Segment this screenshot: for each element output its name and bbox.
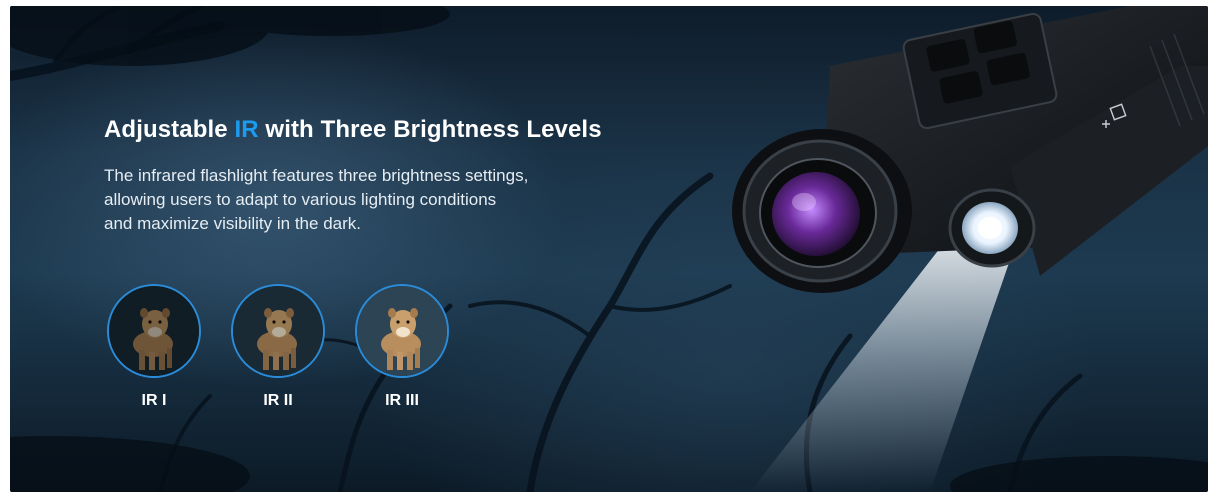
description-line: allowing users to adapt to various light…: [104, 190, 497, 209]
headline: Adjustable IR with Three Brightness Leve…: [104, 116, 602, 144]
objective-lens: [732, 129, 912, 293]
flashlight-head-icon: [948, 188, 1036, 268]
brightness-level-2: IR II: [228, 284, 328, 410]
lioness-thumbnail: [231, 284, 325, 378]
brightness-level-3: IR III: [352, 284, 452, 410]
level-label: IR III: [385, 392, 419, 409]
night-vision-device: [732, 6, 1208, 492]
headline-suffix: with Three Brightness Levels: [258, 116, 602, 143]
product-banner: Adjustable IR with Three Brightness Leve…: [10, 6, 1208, 492]
level-label: IR I: [141, 392, 167, 409]
lioness-image: [357, 286, 447, 376]
lioness-thumbnail: [107, 284, 201, 378]
description-line: The infrared flashlight features three b…: [104, 166, 529, 185]
brightness-level-1: IR I: [104, 284, 204, 410]
headline-accent: IR: [234, 116, 259, 143]
lioness-image: [233, 286, 323, 376]
lioness-thumbnail: [355, 284, 449, 378]
headline-prefix: Adjustable: [104, 116, 235, 143]
feature-description: The infrared flashlight features three b…: [104, 164, 664, 236]
brightness-levels: IR I IR II IR III: [104, 284, 464, 424]
level-label: IR II: [263, 392, 293, 409]
lioness-image: [109, 286, 199, 376]
description-line: and maximize visibility in the dark.: [104, 214, 361, 233]
